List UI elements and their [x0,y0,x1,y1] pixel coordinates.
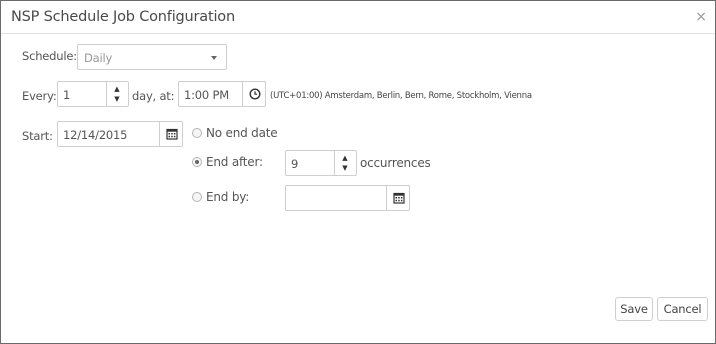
occurrences-spinner: ▲ ▼ [334,151,356,175]
end-by-date-field[interactable] [285,185,410,211]
chevron-down-icon [211,56,217,60]
cancel-button[interactable]: Cancel [657,297,708,321]
schedule-select[interactable]: Daily [77,44,227,70]
schedule-job-dialog: NSP Schedule Job Configuration × Schedul… [0,0,716,344]
end-by-calendar-button[interactable] [386,186,410,210]
time-value: 1:00 PM [184,88,229,102]
spin-down-icon[interactable]: ▼ [107,95,127,103]
start-date-value: 12/14/2015 [63,128,128,142]
spin-down-icon[interactable]: ▼ [335,164,355,172]
spin-up-icon[interactable]: ▲ [335,154,355,162]
end-after-radio[interactable] [192,157,202,167]
end-by-label: End by: [206,190,250,204]
every-spinner: ▲ ▼ [106,82,128,106]
spin-up-icon[interactable]: ▲ [107,85,127,93]
calendar-icon [165,128,178,140]
schedule-select-value: Daily [84,51,113,65]
occurrences-value: 9 [291,157,299,171]
save-button[interactable]: Save [615,297,653,321]
no-end-date-label: No end date [206,126,278,140]
start-calendar-button[interactable] [159,122,183,146]
end-by-radio[interactable] [192,192,202,202]
every-interval-value: 1 [63,88,71,102]
every-interval-stepper[interactable]: 1 ▲ ▼ [57,81,129,107]
time-picker-button[interactable] [242,82,266,106]
timezone-label: (UTC+01:00) Amsterdam, Berlin, Bern, Rom… [270,91,532,101]
clock-icon [248,88,261,100]
occurrences-stepper[interactable]: 9 ▲ ▼ [285,150,357,176]
end-after-label: End after: [206,155,263,169]
dialog-header: NSP Schedule Job Configuration × [1,1,715,34]
schedule-label: Schedule: [22,49,77,63]
no-end-date-radio[interactable] [192,128,202,138]
close-icon[interactable]: × [695,10,707,24]
dialog-title: NSP Schedule Job Configuration [11,9,235,25]
occurrences-label: occurrences [360,156,431,170]
day-at-label: day, at: [132,89,175,103]
calendar-icon [392,192,405,204]
time-field[interactable]: 1:00 PM [178,81,266,107]
start-label: Start: [22,129,53,143]
start-date-field[interactable]: 12/14/2015 [57,121,183,147]
every-label: Every: [22,89,57,103]
